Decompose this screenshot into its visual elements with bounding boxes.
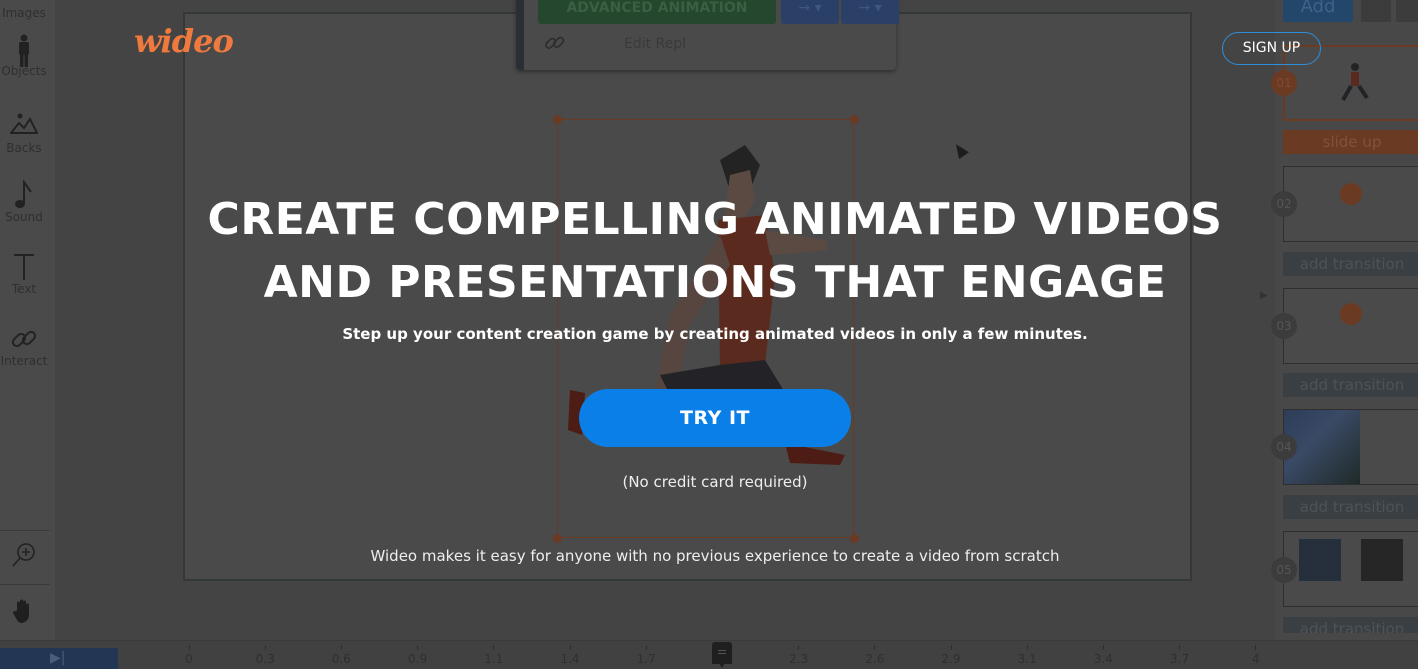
play-icon: ▶| [50,650,66,666]
timeline-tick: 1.4 [555,645,585,666]
mountain-icon [0,111,48,141]
person-icon [0,34,48,67]
timeline-tick: 0.3 [250,645,280,666]
hand-icon [0,598,48,628]
timeline-tick: 0 [174,645,204,666]
tool-label: Images [2,6,46,20]
divider [0,584,50,585]
resize-handle-tl[interactable] [553,115,562,124]
duplicate-scene-button[interactable] [1361,0,1391,22]
timeline-tick: 2.6 [860,645,890,666]
hero-title-line-2: AND PRESENTATIONS THAT ENGAGE [263,257,1167,308]
try-it-button[interactable]: TRY IT [579,389,851,447]
transition-button[interactable]: add transition [1283,495,1418,519]
scene-thumbnail[interactable] [1283,531,1418,607]
scene-number: 04 [1271,434,1297,460]
tool-label: Interact [0,354,48,368]
add-scene-button[interactable]: Add [1283,0,1353,22]
hero-title: CREATE COMPELLING ANIMATED VIDEOS AND PR… [0,188,1418,314]
timeline-tick: 2.3 [784,645,814,666]
transition-button[interactable]: slide up [1283,130,1418,154]
timeline-tick: 2.9 [936,645,966,666]
resize-handle-bl[interactable] [553,534,562,543]
play-button[interactable]: ▶| [0,648,118,669]
timeline-tick: 4 [1241,645,1271,666]
resize-handle-br[interactable] [850,534,859,543]
edit-replace-actions[interactable]: Edit Repl [624,36,686,52]
link-icon[interactable] [544,32,566,59]
sign-up-button[interactable]: SIGN UP [1222,32,1321,65]
timeline-tick: 0.9 [403,645,433,666]
tool-objects[interactable]: Objects [0,34,48,78]
timeline-tick: 3.7 [1165,645,1195,666]
timeline-tick: 1.7 [631,645,661,666]
tool-label: Objects [1,64,47,78]
advanced-animation-button[interactable]: ADVANCED ANIMATION [538,0,776,24]
timeline-tick: 1.1 [479,645,509,666]
timeline-tick: 3.1 [1012,645,1042,666]
resize-handle-tr[interactable] [850,115,859,124]
hero-footnote: Wideo makes it easy for anyone with no p… [370,547,1060,565]
no-credit-card-note: (No credit card required) [622,473,808,491]
transition-button[interactable]: add transition [1283,373,1418,397]
scenes-panel: Add 01 slide up 02 add transition 03 add… [1271,0,1418,666]
tool-backs[interactable]: Backs [0,111,48,155]
timeline-tick: 0.6 [326,645,356,666]
hand-tool-button[interactable] [0,598,48,628]
transition-button[interactable]: add transition [1283,617,1418,633]
tool-images[interactable]: Images [0,6,48,20]
scene-number: 01 [1271,70,1297,96]
timeline-scrubber[interactable] [712,642,732,668]
wideo-logo[interactable]: wideo [134,22,234,60]
animation-in-dropdown[interactable]: → ▾ [781,0,839,24]
hero-title-line-1: CREATE COMPELLING ANIMATED VIDEOS [207,194,1223,245]
timeline[interactable]: ▶| 0 0.3 0.6 0.9 1.1 1.4 1.7 2.3 2.6 2.9 3.1 3.4 3.7… [0,640,1418,669]
animation-popup: ADVANCED ANIMATION → ▾ → ▾ Edit Repl [516,0,899,70]
hero-subtitle: Step up your content creation game by cr… [342,325,1088,343]
divider [0,530,50,531]
left-toolbar: Images Objects Backs Sound Text Interact [0,0,55,640]
tool-label: Backs [6,141,42,155]
timeline-tick: 3.4 [1088,645,1118,666]
scene-options-button[interactable] [1396,0,1418,22]
animation-out-dropdown[interactable]: → ▾ [841,0,899,24]
